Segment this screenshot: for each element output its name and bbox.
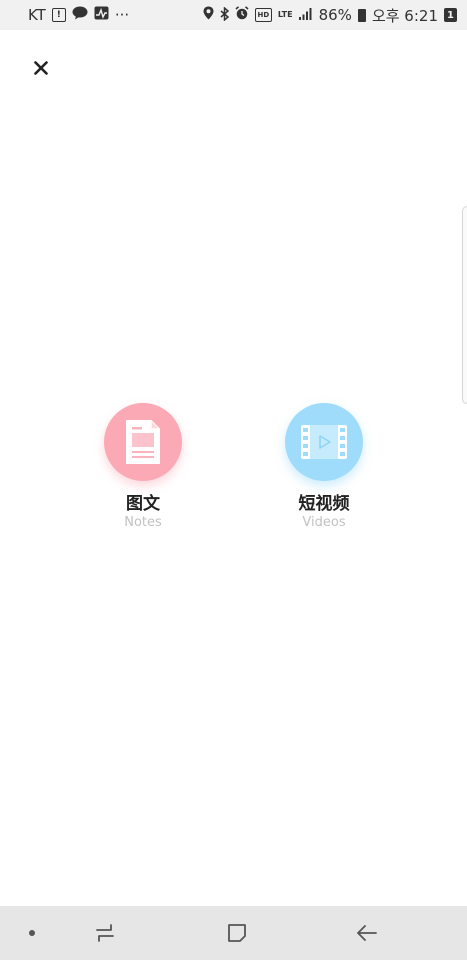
more-notifications-indicator: ··· [114, 6, 130, 24]
nav-dot-button[interactable] [20, 906, 44, 960]
video-film-icon [301, 425, 347, 459]
videos-sublabel: Videos [302, 515, 346, 530]
carrier-label: KT [28, 6, 46, 24]
videos-label: 短视频 [298, 494, 350, 514]
notification-count-badge: 1 [444, 8, 457, 22]
status-left: KT ! ··· [28, 6, 129, 24]
edge-panel-handle[interactable] [462, 206, 467, 404]
notes-circle [104, 403, 182, 481]
notes-option[interactable]: 图文 Notes [93, 403, 193, 531]
screen: KT ! ··· HD LTE 86% 오후 6:21 1 图文 Notes 短… [0, 0, 467, 960]
hd-voice-icon: HD [254, 8, 272, 22]
alarm-icon [235, 6, 249, 24]
status-right: HD LTE 86% 오후 6:21 1 [203, 5, 457, 26]
notes-label: 图文 [126, 494, 160, 514]
navigation-bar [0, 906, 467, 960]
activity-notification-icon [94, 6, 109, 24]
back-button[interactable] [350, 906, 384, 960]
notes-sublabel: Notes [124, 515, 162, 530]
signal-strength-icon [298, 6, 313, 24]
videos-option[interactable]: 短视频 Videos [274, 403, 374, 531]
close-button[interactable] [28, 55, 54, 81]
battery-percentage: 86% [318, 6, 352, 24]
clock-time: 오후 6:21 [371, 6, 438, 25]
recent-apps-button[interactable] [88, 906, 122, 960]
network-type-label: LTE [277, 10, 293, 19]
nav-dot-icon [29, 930, 35, 936]
bluetooth-icon [220, 5, 230, 24]
status-bar: KT ! ··· HD LTE 86% 오후 6:21 1 [0, 0, 467, 30]
location-icon [203, 6, 214, 24]
close-icon [34, 61, 48, 75]
battery-icon [357, 8, 366, 22]
videos-circle [285, 403, 363, 481]
back-icon [357, 925, 377, 941]
alert-notification-icon: ! [51, 8, 66, 22]
recent-apps-icon [96, 924, 114, 942]
document-icon [126, 420, 160, 464]
talk-notification-icon [72, 6, 88, 24]
home-icon [228, 924, 246, 942]
home-button[interactable] [220, 906, 254, 960]
